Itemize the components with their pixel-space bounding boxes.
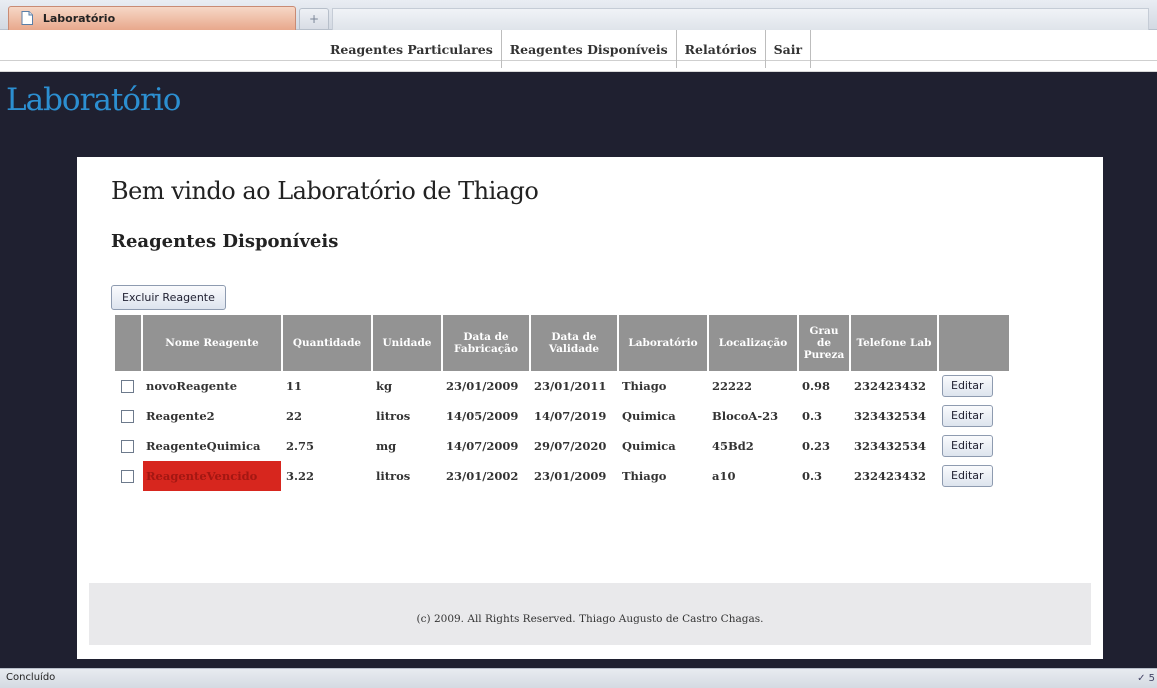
header-grau-pureza: Grau de Pureza (799, 315, 849, 371)
table-row: novoReagente 11 kg 23/01/2009 23/01/2011… (115, 371, 1009, 401)
cell-telefone: 232423432 (854, 379, 927, 393)
header-data-validade: Data de Validade (531, 315, 617, 371)
status-text: Concluído (6, 672, 56, 683)
cell-telefone: 323432534 (854, 439, 927, 453)
cell-validade: 14/07/2019 (534, 409, 607, 423)
header-select (115, 315, 141, 371)
browser-tab-bar: Laboratório + (0, 0, 1157, 30)
browser-tab-active[interactable]: Laboratório (8, 6, 296, 30)
cell-pureza: 0.98 (802, 379, 831, 393)
header-unidade: Unidade (373, 315, 441, 371)
table-row: Reagente2 22 litros 14/05/2009 14/07/201… (115, 401, 1009, 431)
cell-localizacao: 22222 (712, 379, 753, 393)
header-actions (939, 315, 1009, 371)
document-icon (21, 11, 33, 25)
header-nome-reagente: Nome Reagente (143, 315, 281, 371)
main-menu: Reagentes Particulares Reagentes Disponí… (322, 30, 812, 70)
cell-quantidade: 3.22 (286, 469, 315, 483)
cell-localizacao: 45Bd2 (712, 439, 754, 453)
menu-bar: Reagentes Particulares Reagentes Disponí… (0, 30, 1157, 72)
table-row: ReagenteQuimica 2.75 mg 14/07/2009 29/07… (115, 431, 1009, 461)
cell-pureza: 0.3 (802, 409, 823, 423)
cell-fabricacao: 23/01/2002 (446, 469, 519, 483)
delete-reagent-button[interactable]: Excluir Reagente (111, 285, 226, 310)
reagents-table: Nome Reagente Quantidade Unidade Data de… (113, 315, 1011, 491)
cell-unidade: kg (376, 379, 393, 393)
cell-unidade: litros (376, 469, 411, 483)
cell-validade: 23/01/2011 (534, 379, 607, 393)
site-title: Laboratório (6, 82, 181, 118)
menu-item-sair[interactable]: Sair (766, 30, 812, 68)
row-select-cell (115, 461, 141, 491)
tab-strip (332, 8, 1149, 30)
row-checkbox[interactable] (121, 440, 134, 454)
row-checkbox[interactable] (121, 470, 134, 484)
menu-item-reagentes-disponiveis[interactable]: Reagentes Disponíveis (502, 30, 677, 68)
menu-item-reagentes-particulares[interactable]: Reagentes Particulares (322, 30, 502, 68)
main-panel: Bem vindo ao Laboratório de Thiago Reage… (77, 157, 1103, 659)
row-checkbox[interactable] (121, 410, 134, 424)
cell-laboratorio: Thiago (622, 379, 667, 393)
header-laboratorio: Laboratório (619, 315, 707, 371)
menu-item-relatorios[interactable]: Relatórios (677, 30, 766, 68)
cell-nome-expired: ReagenteVencido (143, 461, 281, 491)
cell-actions: Editar (939, 371, 1009, 401)
table-header-row: Nome Reagente Quantidade Unidade Data de… (115, 315, 1009, 371)
cell-quantidade: 2.75 (286, 439, 315, 453)
cell-laboratorio: Quimica (622, 439, 676, 453)
cell-telefone: 232423432 (854, 469, 927, 483)
cell-fabricacao: 14/07/2009 (446, 439, 519, 453)
plus-icon: + (308, 12, 320, 26)
cell-actions: Editar (939, 461, 1009, 491)
footer-copyright: (c) 2009. All Rights Reserved. Thiago Au… (416, 613, 764, 625)
cell-telefone: 323432534 (854, 409, 927, 423)
cell-fabricacao: 23/01/2009 (446, 379, 519, 393)
security-status-icon: ✓ 5 (1137, 673, 1155, 684)
header-quantidade: Quantidade (283, 315, 371, 371)
edit-button[interactable]: Editar (942, 405, 993, 427)
cell-pureza: 0.23 (802, 439, 831, 453)
cell-unidade: litros (376, 409, 411, 423)
footer: (c) 2009. All Rights Reserved. Thiago Au… (89, 583, 1091, 645)
cell-nome: novoReagente (146, 379, 238, 393)
row-select-cell (115, 371, 141, 401)
header-telefone-lab: Telefone Lab (851, 315, 937, 371)
cell-validade: 29/07/2020 (534, 439, 607, 453)
cell-actions: Editar (939, 401, 1009, 431)
cell-quantidade: 22 (286, 409, 303, 423)
header-data-fabricacao: Data de Fabricação (443, 315, 529, 371)
welcome-heading: Bem vindo ao Laboratório de Thiago (111, 177, 539, 205)
browser-tab-title: Laboratório (42, 12, 116, 25)
cell-laboratorio: Thiago (622, 469, 667, 483)
edit-button[interactable]: Editar (942, 465, 993, 487)
cell-actions: Editar (939, 431, 1009, 461)
cell-localizacao: BlocoA-23 (712, 409, 779, 423)
cell-pureza: 0.3 (802, 469, 823, 483)
cell-quantidade: 11 (286, 379, 303, 393)
cell-nome: ReagenteQuimica (146, 439, 261, 453)
table-row: ReagenteVencido 3.22 litros 23/01/2002 2… (115, 461, 1009, 491)
cell-validade: 23/01/2009 (534, 469, 607, 483)
row-select-cell (115, 431, 141, 461)
row-checkbox[interactable] (121, 380, 134, 394)
cell-fabricacao: 14/05/2009 (446, 409, 519, 423)
cell-laboratorio: Quimica (622, 409, 676, 423)
new-tab-button[interactable]: + (299, 8, 329, 30)
cell-nome: Reagente2 (146, 409, 215, 423)
edit-button[interactable]: Editar (942, 435, 993, 457)
section-title: Reagentes Disponíveis (111, 231, 339, 252)
cell-localizacao: a10 (712, 469, 736, 483)
edit-button[interactable]: Editar (942, 375, 993, 397)
browser-status-bar: Concluído ✓ 5 (0, 668, 1157, 688)
row-select-cell (115, 401, 141, 431)
header-localizacao: Localização (709, 315, 797, 371)
cell-unidade: mg (376, 439, 397, 453)
